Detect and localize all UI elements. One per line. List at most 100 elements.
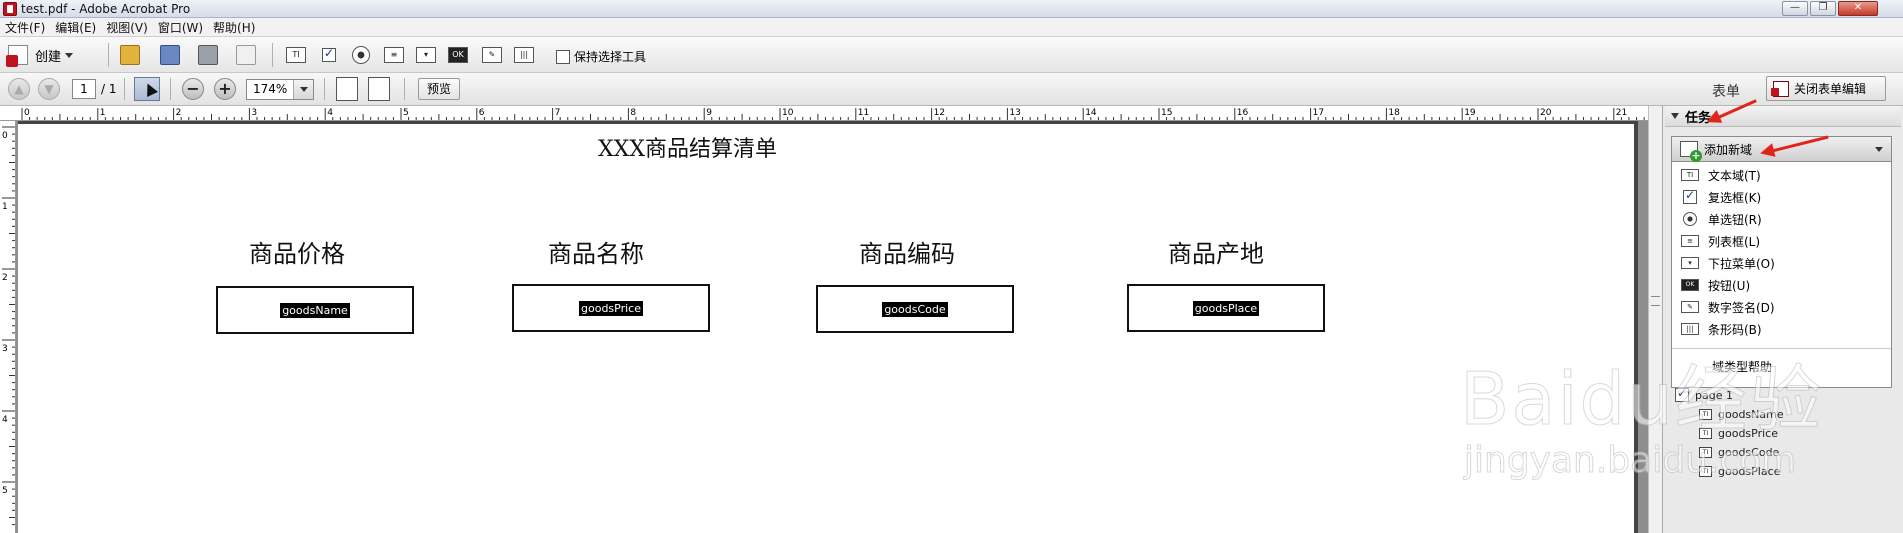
menu-divider (1672, 348, 1891, 349)
ruler-label: 4 (327, 108, 333, 118)
field-type-menu: TI文本域(T) 复选框(K) 单选钮(R) ≡列表框(L) ▾下拉菜单(O) … (1671, 162, 1892, 388)
ruler-label: 4 (2, 415, 8, 425)
field-type-help-link[interactable]: 域类型帮助 (1712, 358, 1772, 375)
form-field-goodsprice[interactable]: goodsPrice (512, 284, 710, 332)
list-box-tool[interactable]: ≡ (384, 47, 404, 63)
barcode-icon: ||| (1680, 322, 1700, 336)
checkbox-tool[interactable] (322, 46, 336, 62)
barcode-tool[interactable]: ||| (514, 47, 534, 63)
print-icon (198, 45, 218, 65)
ok-button-icon: OK (1680, 278, 1700, 292)
collapse-triangle-icon (1671, 113, 1679, 119)
fit-page-button[interactable] (336, 77, 358, 101)
preview-button[interactable]: 预览 (418, 78, 460, 100)
list-box-icon: ≡ (384, 47, 404, 63)
digital-signature-icon: ✎ (482, 47, 502, 63)
create-button[interactable]: 创建 (6, 44, 74, 67)
print-button[interactable] (198, 45, 218, 65)
column-label-code: 商品编码 (859, 240, 955, 268)
zoom-dropdown-button[interactable] (293, 80, 313, 99)
save-button[interactable] (160, 45, 180, 65)
previous-page-button[interactable]: ▲ (8, 78, 30, 100)
keep-tool-selected[interactable]: 保持选择工具 (556, 48, 646, 65)
menu-item-barcode[interactable]: ||| 条形码(B) (1672, 318, 1891, 340)
form-field-goodsplace[interactable]: goodsPlace (1127, 284, 1325, 332)
next-page-button[interactable]: ▼ (38, 78, 60, 100)
menu-item-text-field[interactable]: TI 文本域(T) (1672, 164, 1891, 186)
menu-item-digital-signature[interactable]: ✎ 数字签名(D) (1672, 296, 1891, 318)
text-field-tool[interactable]: TI (286, 47, 306, 63)
tree-item-goodsname[interactable]: TI goodsName (1699, 408, 1784, 421)
zoom-out-button[interactable]: − (182, 78, 204, 100)
menu-item-list-box[interactable]: ≡ 列表框(L) (1672, 230, 1891, 252)
page-total: / 1 (101, 82, 117, 96)
document-area[interactable]: XXX商品结算清单 商品价格 商品名称 商品编码 商品产地 goodsName … (16, 121, 1648, 533)
navigation-toolbar: ▲ ▼ 1 / 1 − + 174% 预览 表单 关闭表单编辑 (0, 73, 1903, 106)
menu-item-label: 条形码(B) (1708, 322, 1762, 337)
zoom-select[interactable]: 174% (246, 79, 314, 100)
ruler-label: 2 (2, 273, 8, 283)
ruler-label: 7 (555, 108, 561, 118)
tree-item-label: goodsName (1718, 408, 1784, 421)
ruler-label: 18 (1388, 108, 1400, 118)
window-title: test.pdf - Adobe Acrobat Pro (21, 1, 191, 16)
form-field-goodscode[interactable]: goodsCode (816, 285, 1014, 333)
edit-button[interactable] (236, 45, 256, 65)
button-tool[interactable]: OK (448, 47, 468, 63)
keep-tool-label: 保持选择工具 (574, 50, 647, 64)
fields-tree: page 1 TI goodsName TI goodsPrice TI goodsC… (1675, 380, 1895, 520)
tree-item-goodscode[interactable]: TI goodsCode (1699, 446, 1779, 459)
edit-pencil-icon (236, 45, 256, 65)
text-field-icon: TI (1699, 409, 1712, 420)
menu-item-checkbox[interactable]: 复选框(K) (1672, 186, 1891, 208)
ruler-label: 10 (782, 108, 794, 118)
ruler-label: 14 (1085, 108, 1097, 118)
keep-tool-checkbox[interactable] (556, 49, 570, 64)
ruler-label: 1 (100, 108, 106, 118)
toolbar-divider (272, 43, 273, 67)
save-icon (160, 45, 180, 65)
ruler-label: 5 (403, 108, 409, 118)
menu-item-radio[interactable]: 单选钮(R) (1672, 208, 1891, 230)
ruler-label: 8 (630, 108, 636, 118)
menu-file[interactable]: 文件(F) (0, 19, 50, 36)
close-form-editing-button[interactable]: 关闭表单编辑 (1766, 76, 1886, 101)
column-label-place: 商品产地 (1168, 240, 1264, 268)
open-button[interactable] (120, 45, 140, 65)
toolbar-divider (108, 43, 109, 67)
fit-width-button[interactable] (368, 77, 390, 101)
signature-tool[interactable]: ✎ (482, 47, 502, 63)
maximize-button[interactable]: ❐ (1810, 1, 1836, 16)
close-button[interactable]: ✕ (1838, 1, 1878, 16)
minimize-button[interactable]: — (1782, 1, 1808, 16)
menu-item-dropdown[interactable]: ▾ 下拉菜单(O) (1672, 252, 1891, 274)
select-tool-button[interactable] (134, 77, 160, 101)
ruler-label: 13 (1009, 108, 1020, 118)
toolbar-divider (404, 78, 405, 100)
zoom-in-button[interactable]: + (214, 78, 236, 100)
dropdown-tool[interactable]: ▾ (416, 47, 436, 63)
tree-item-goodsplace[interactable]: TI goodsPlace (1699, 465, 1780, 478)
menu-window[interactable]: 窗口(W) (153, 19, 208, 36)
ruler-label: 5 (2, 486, 8, 496)
menu-help[interactable]: 帮助(H) (208, 19, 260, 36)
menu-item-button[interactable]: OK 按钮(U) (1672, 274, 1891, 296)
tree-item-goodsprice[interactable]: TI goodsPrice (1699, 427, 1778, 440)
tree-item-label: goodsPrice (1718, 427, 1778, 440)
vertical-scrollbar[interactable] (1648, 106, 1662, 533)
ruler-label: 0 (2, 131, 8, 141)
task-panel-header[interactable]: 任务 (1665, 106, 1901, 127)
toolbar-divider (170, 78, 171, 100)
radio-tool[interactable] (352, 46, 370, 64)
form-field-goodsname[interactable]: goodsName (216, 286, 414, 334)
tree-item-page[interactable]: page 1 (1675, 386, 1733, 402)
minus-icon: − (182, 78, 204, 100)
column-label-price: 商品价格 (249, 240, 345, 268)
scrollbar-grip[interactable] (1651, 296, 1660, 306)
menu-item-label: 复选框(K) (1708, 190, 1762, 205)
menu-edit[interactable]: 编辑(E) (50, 19, 101, 36)
page-number-input[interactable]: 1 (72, 79, 96, 99)
menu-item-label: 数字签名(D) (1708, 300, 1775, 315)
menu-view[interactable]: 视图(V) (101, 19, 153, 36)
column-label-name: 商品名称 (548, 240, 644, 268)
